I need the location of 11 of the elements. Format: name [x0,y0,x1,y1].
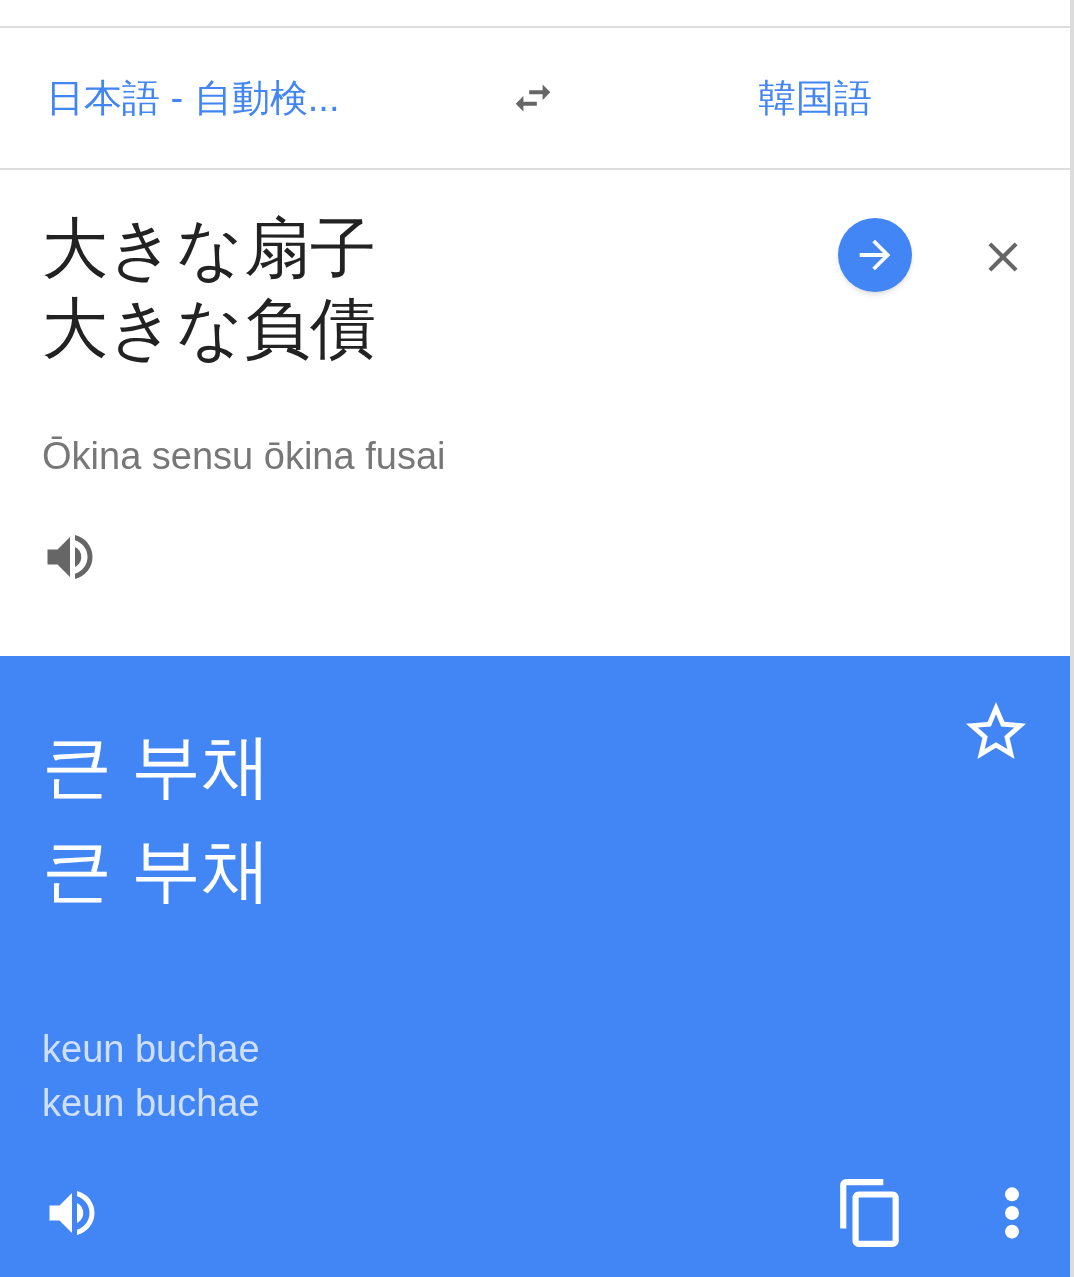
translate-button[interactable] [838,218,912,292]
source-language-button[interactable]: 日本語 - 自動検... [46,69,466,127]
translated-text: 큰 부채 [42,726,273,807]
source-romanization: Ōkina sensu ōkina fusai [42,434,447,479]
more-options-icon[interactable] [1002,1185,1022,1241]
target-language-button[interactable]: 韓国語 [758,69,872,127]
translation-romanization: keun buchae [42,1081,261,1126]
translation-romanization: keun buchae [42,1027,261,1072]
source-text: 大きな扇子 [42,210,377,287]
source-text: 大きな負債 [42,290,377,367]
translated-text: 큰 부채 [42,830,273,911]
